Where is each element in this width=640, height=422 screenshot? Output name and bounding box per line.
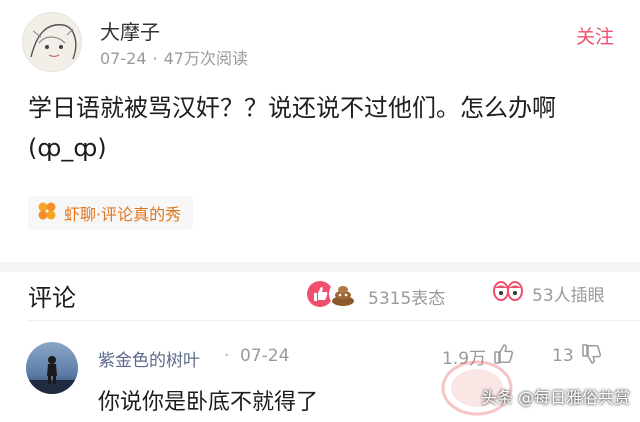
header-separator [28,320,640,321]
author-name[interactable]: 大摩子 [100,16,160,45]
post-content: 学日语就被骂汉奸？？说还说不过他们。怎么办啊(ȹ_ȹ) [28,94,556,162]
author-avatar[interactable] [22,12,82,72]
post-date: 07-24 [100,49,147,68]
reaction-count: 5315表态 [368,288,446,309]
comments-title: 评论 [28,284,76,312]
poop-emoji-icon [328,279,358,313]
comment-text: 你说你是卧底不就得了 [98,390,319,415]
meta-dot: · [224,346,230,366]
follow-button[interactable]: 关注 [576,22,614,49]
commenter-name[interactable]: 紫金色的树叶 [98,346,200,371]
view-count: 47万次阅读 [163,49,248,68]
clover-icon [36,200,58,226]
post-meta: 07-24 · 47万次阅读 [100,49,248,68]
dislike-count: 13 [552,346,574,366]
eye-bookmark[interactable]: 53人插眼 [492,279,605,307]
commenter-avatar[interactable] [26,342,78,394]
section-divider [0,262,640,272]
reactions-summary[interactable]: 5315表态 [306,279,445,313]
comment-date: 07-24 [240,346,290,366]
eyes-icon [492,279,524,307]
post-header: 大摩子 07-24 · 47万次阅读 关注 [20,12,620,72]
thumbs-down-icon [580,342,604,370]
comments-header: 评论 5315表态 53人插眼 [0,272,640,318]
dislike-button[interactable]: 13 [552,342,604,370]
topic-tag[interactable]: 虾聊·评论真的秀 [28,196,194,230]
watermark: 头条 @每日雅俗共赏 [480,388,630,407]
eye-count: 53人插眼 [532,285,605,306]
comment-item: 紫金色的树叶 · 07-24 1.9万 13 你说你是卧底不就得了 [0,330,640,422]
topic-label: 虾聊·评论真的秀 [64,205,182,224]
